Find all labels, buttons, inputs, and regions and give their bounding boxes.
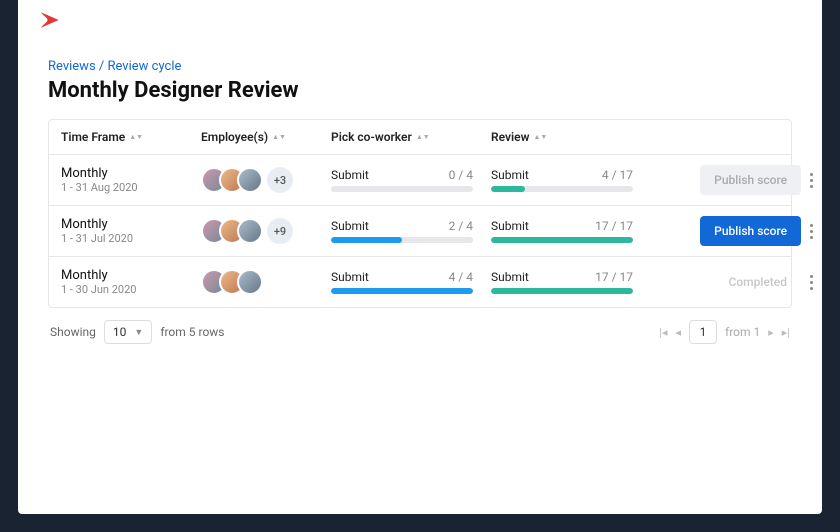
col-review[interactable]: Review▲▼ (491, 130, 651, 144)
brand-logo (38, 10, 66, 30)
page-next-icon[interactable]: ▸ (768, 326, 774, 339)
page-size-select[interactable]: 10 ▼ (104, 320, 152, 344)
review-cell: Submit4 / 17 (491, 168, 651, 192)
table-row: Monthly 1 - 31 Aug 2020 +3 Submit0 / 4 S… (49, 155, 791, 206)
timeframe-cell: Monthly 1 - 30 Jun 2020 (61, 268, 201, 296)
pick-cell: Submit4 / 4 (331, 270, 491, 294)
more-badge[interactable]: +9 (267, 218, 293, 244)
col-timeframe[interactable]: Time Frame▲▼ (61, 130, 201, 144)
table-row: Monthly 1 - 31 Jul 2020 +9 Submit2 / 4 S… (49, 206, 791, 257)
completed-label: Completed (714, 267, 801, 297)
more-badge[interactable]: +3 (267, 167, 293, 193)
sort-icon: ▲▼ (272, 135, 286, 139)
progress-review (491, 186, 525, 192)
breadcrumb-current[interactable]: Review cycle (107, 59, 181, 74)
table-row: Monthly 1 - 30 Jun 2020 Submit4 / 4 Subm… (49, 257, 791, 307)
employees-cell[interactable]: +3 (201, 167, 331, 193)
table-footer: Showing 10 ▼ from 5 rows |◂ ◂ 1 from 1 ▸… (48, 308, 792, 356)
col-pick[interactable]: Pick co-worker▲▼ (331, 130, 491, 144)
progress-review (491, 288, 633, 294)
breadcrumb[interactable]: Reviews / Review cycle (48, 59, 792, 74)
employees-cell[interactable]: +9 (201, 218, 331, 244)
timeframe-cell: Monthly 1 - 31 Aug 2020 (61, 166, 201, 194)
pagination: |◂ ◂ 1 from 1 ▸ ▸| (659, 320, 790, 344)
sort-icon: ▲▼ (533, 135, 547, 139)
main-content: Reviews / Review cycle Monthly Designer … (18, 45, 822, 370)
avatar (237, 269, 263, 295)
page-first-icon[interactable]: |◂ (659, 326, 667, 339)
breadcrumb-root[interactable]: Reviews (48, 59, 96, 74)
col-employees[interactable]: Employee(s)▲▼ (201, 130, 331, 144)
page-number-input[interactable]: 1 (689, 320, 717, 344)
row-menu-icon[interactable] (801, 169, 821, 192)
topbar (18, 0, 822, 45)
sort-icon: ▲▼ (416, 135, 430, 139)
employees-cell[interactable] (201, 269, 331, 295)
avatar (237, 218, 263, 244)
row-menu-icon[interactable] (801, 220, 821, 243)
progress-review (491, 237, 633, 243)
avatar (237, 167, 263, 193)
table-header: Time Frame▲▼ Employee(s)▲▼ Pick co-worke… (49, 120, 791, 155)
pick-cell: Submit2 / 4 (331, 219, 491, 243)
progress-pick (331, 237, 402, 243)
page-prev-icon[interactable]: ◂ (676, 326, 682, 339)
review-cell: Submit17 / 17 (491, 270, 651, 294)
app-window: Reviews / Review cycle Monthly Designer … (18, 0, 822, 514)
reviews-table: Time Frame▲▼ Employee(s)▲▼ Pick co-worke… (48, 119, 792, 308)
progress-pick (331, 288, 473, 294)
timeframe-cell: Monthly 1 - 31 Jul 2020 (61, 217, 201, 245)
sort-icon: ▲▼ (129, 135, 143, 139)
pick-cell: Submit0 / 4 (331, 168, 491, 192)
publish-button[interactable]: Publish score (700, 216, 801, 246)
row-menu-icon[interactable] (801, 271, 821, 294)
page-size: Showing 10 ▼ from 5 rows (50, 320, 225, 344)
page-title: Monthly Designer Review (48, 78, 792, 103)
review-cell: Submit17 / 17 (491, 219, 651, 243)
chevron-down-icon: ▼ (134, 327, 143, 338)
publish-button: Publish score (700, 165, 801, 195)
page-last-icon[interactable]: ▸| (782, 326, 790, 339)
